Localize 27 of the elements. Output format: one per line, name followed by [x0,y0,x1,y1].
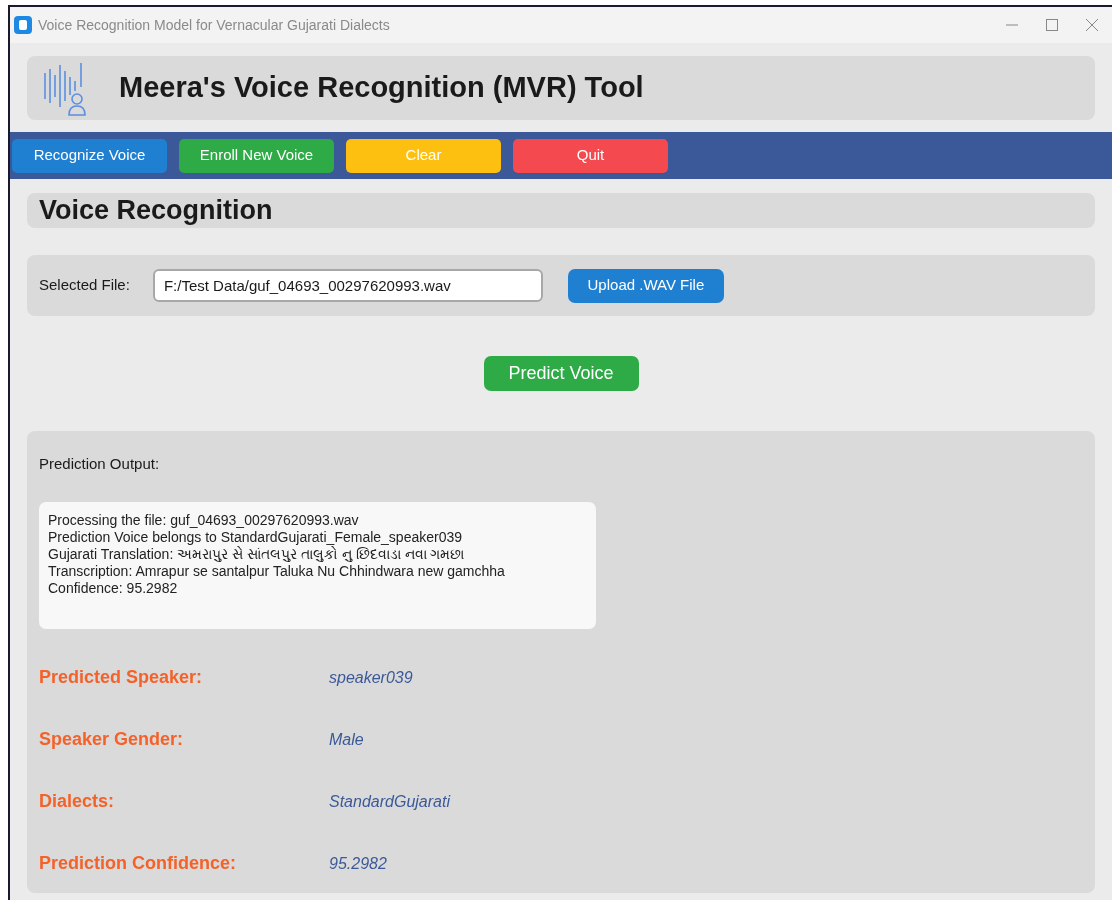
window-title: Voice Recognition Model for Vernacular Gujarati Dialects [38,15,390,35]
output-line: Processing the file: guf_04693_00297620993.wav [48,511,360,529]
output-label: Prediction Output: [39,454,161,474]
output-line: Transcription: Amrapur se santalpur Taluka Nu Chhindwara new gamchha [48,562,506,580]
result-value: speaker039 [329,667,413,688]
maximize-icon[interactable] [1046,19,1058,31]
result-value: 95.2982 [329,853,387,874]
output-line: Gujarati Translation: અમરાપુર સે સાંતલપુર તાલુકો નુ છિંદવાડા નવા ગમછા [48,545,466,563]
result-label: Dialects: [39,790,116,813]
predict-voice-button[interactable]: Predict Voice [483,356,639,391]
app-icon [14,16,32,34]
toolbar-button[interactable]: Recognize Voice [12,138,167,173]
result-label: Speaker Gender: [39,728,185,751]
toolbar-button[interactable]: Enroll New Voice [179,138,334,173]
file-path-field[interactable]: F:/Test Data/guf_04693_00297620993.wav [152,269,543,302]
result-value: Male [329,729,364,750]
result-label: Predicted Speaker: [39,666,204,689]
upload-button[interactable]: Upload .WAV File [567,268,724,303]
result-label: Prediction Confidence: [39,852,237,875]
section-title: Voice Recognition [39,194,273,228]
toolbar-button[interactable]: Quit [513,138,668,173]
field-label: Selected File: [39,275,130,296]
result-value: StandardGujarati [329,791,450,812]
app-title: Meera's Voice Recognition (MVR) Tool [119,70,644,106]
output-line: Confidence: 95.2982 [48,579,179,597]
output-line: Prediction Voice belongs to StandardGujarati_Female_speaker039 [48,528,464,545]
close-icon[interactable] [1086,19,1098,31]
